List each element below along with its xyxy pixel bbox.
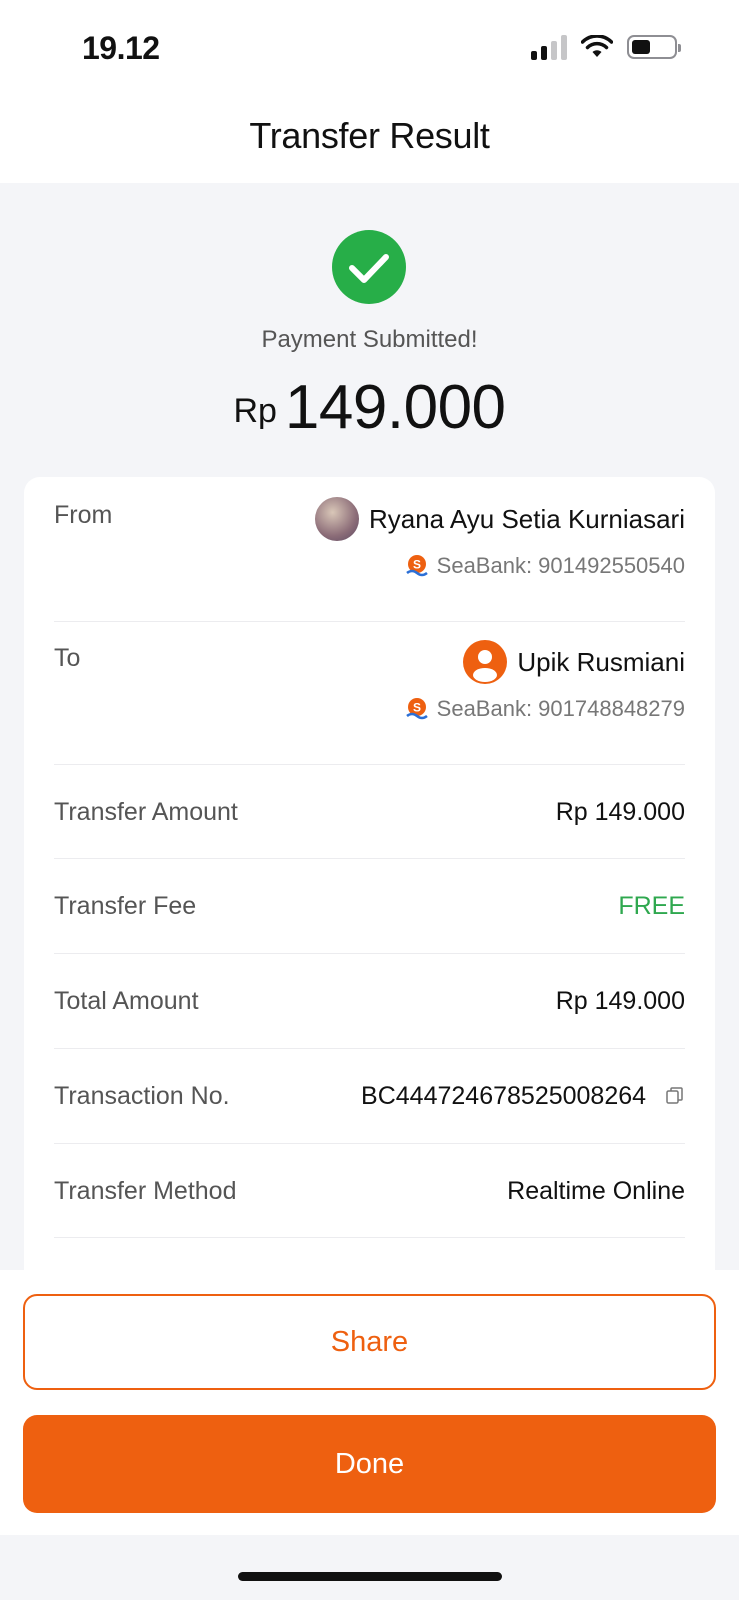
amount-currency: Rp [233,392,277,430]
total-amount-row: Total Amount Rp 149.000 [54,954,685,1049]
from-row: From Ryana Ayu Setia Kurniasari S SeaBan… [54,477,685,622]
to-row: To Upik Rusmiani S SeaBank: 901748848279 [54,622,685,765]
transaction-number-block: BC444724678525008264 [361,1082,685,1111]
page-title: Transfer Result [249,115,490,156]
seabank-icon: S [405,698,428,720]
sender-name: Ryana Ayu Setia Kurniasari [368,503,685,534]
status-bar: 19.12 [0,0,739,95]
svg-text:S: S [413,558,421,572]
transfer-amount-value: Rp 149.000 [555,798,685,826]
status-time: 19.12 [82,30,160,66]
bottom-action-panel: Share Done [0,1270,739,1535]
total-amount-label: Total Amount [54,987,199,1015]
transfer-amount-hero: Rp 149.000 [0,372,739,443]
transaction-number-label: Transaction No. [54,1082,230,1110]
transfer-fee-value: FREE [618,892,685,920]
recipient-bank-account: SeaBank: 901748848279 [436,696,685,721]
transaction-number-row: Transaction No. BC444724678525008264 [54,1049,685,1144]
recipient-avatar-icon [463,640,508,684]
done-button[interactable]: Done [23,1415,716,1513]
amount-value: 149.000 [284,373,506,442]
home-indicator[interactable] [238,1572,502,1581]
transfer-method-row: Transfer Method Realtime Online [54,1144,685,1238]
check-circle-icon [332,230,406,304]
seabank-icon: S [405,555,428,577]
battery-icon [627,35,681,59]
total-amount-value: Rp 149.000 [555,987,685,1015]
transfer-amount-row: Transfer Amount Rp 149.000 [54,765,685,859]
recipient-bank-block: S SeaBank: 901748848279 [405,696,685,722]
sender-bank-account: SeaBank: 901492550540 [436,553,685,578]
from-label: From [54,501,113,529]
wifi-icon [581,35,613,57]
sender-bank-block: S SeaBank: 901492550540 [405,553,685,579]
sender-name-block: Ryana Ayu Setia Kurniasari [314,497,685,541]
share-button[interactable]: Share [23,1294,716,1390]
transfer-fee-row: Transfer Fee FREE [54,859,685,954]
to-label: To [54,644,81,672]
cellular-signal-icon [531,34,567,60]
transaction-number-value: BC444724678525008264 [361,1082,647,1110]
sender-avatar [314,497,359,541]
transfer-details-card: From Ryana Ayu Setia Kurniasari S SeaBan… [24,477,715,1377]
transfer-amount-label: Transfer Amount [54,798,238,826]
status-icons [531,34,681,60]
copy-icon[interactable] [665,1086,685,1106]
transfer-method-value: Realtime Online [507,1177,685,1205]
recipient-name-block: Upik Rusmiani [463,640,685,684]
svg-text:S: S [413,701,421,715]
transfer-fee-label: Transfer Fee [54,892,197,920]
payment-status-message: Payment Submitted! [261,326,478,353]
transfer-method-label: Transfer Method [54,1177,237,1205]
recipient-name: Upik Rusmiani [517,646,685,677]
navigation-bar: Transfer Result [0,95,739,183]
